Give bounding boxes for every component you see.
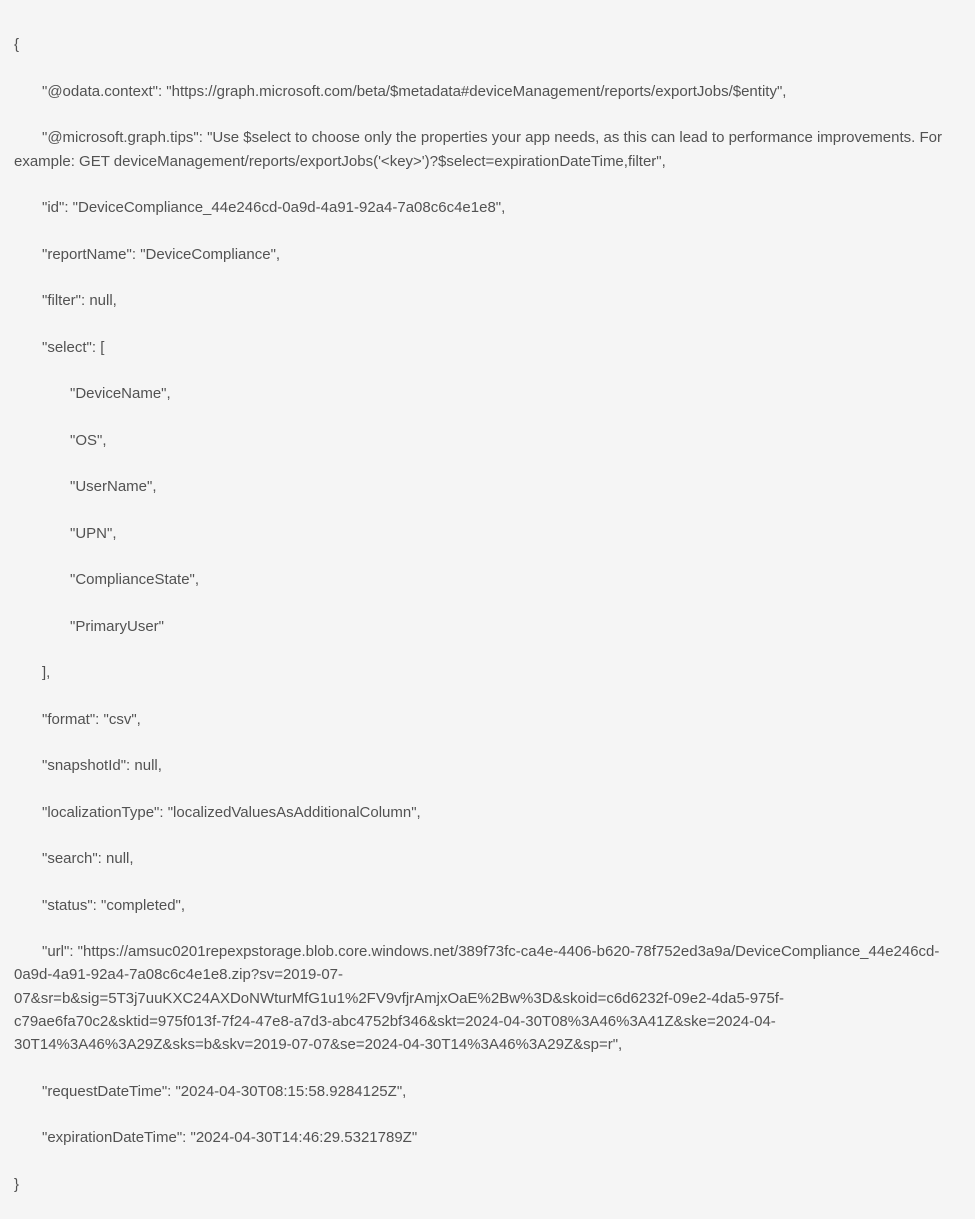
close-brace: } [14, 1173, 961, 1196]
select-key: "select": [42, 339, 96, 356]
expirationdatetime-key: "expirationDateTime": [42, 1129, 186, 1146]
filter-line: "filter": null, [14, 289, 961, 312]
open-brace: { [14, 33, 961, 56]
odata-context-key: "@odata.context": [42, 83, 162, 100]
status-line: "status": "completed", [14, 894, 961, 917]
select-item-5: "PrimaryUser" [14, 615, 961, 638]
select-item-3: "UPN", [14, 522, 961, 545]
requestdatetime-value: "2024-04-30T08:15:58.9284125Z", [175, 1083, 406, 1100]
snapshotid-key: "snapshotId": [42, 757, 130, 774]
localizationtype-line: "localizationType": "localizedValuesAsAd… [14, 801, 961, 824]
status-key: "status": [42, 897, 97, 914]
requestdatetime-line: "requestDateTime": "2024-04-30T08:15:58.… [14, 1080, 961, 1103]
select-open-line: "select": [ [14, 336, 961, 359]
odata-context-value: "https://graph.microsoft.com/beta/$metad… [166, 83, 786, 100]
requestdatetime-key: "requestDateTime": [42, 1083, 171, 1100]
id-key: "id": [42, 199, 69, 216]
select-item-1: "OS", [14, 429, 961, 452]
id-value: "DeviceCompliance_44e246cd-0a9d-4a91-92a… [73, 199, 506, 216]
odata-context-line: "@odata.context": "https://graph.microso… [14, 80, 961, 103]
filter-value: null, [89, 292, 117, 309]
expirationdatetime-line: "expirationDateTime": "2024-04-30T14:46:… [14, 1126, 961, 1149]
format-line: "format": "csv", [14, 708, 961, 731]
json-response-block: { "@odata.context": "https://graph.micro… [14, 10, 961, 1219]
select-close-bracket: ], [14, 661, 961, 684]
tips-line: "@microsoft.graph.tips": "Use $select to… [14, 126, 961, 173]
localizationtype-key: "localizationType": [42, 804, 164, 821]
url-value: "https://amsuc0201repexpstorage.blob.cor… [14, 943, 939, 1053]
localizationtype-value: "localizedValuesAsAdditionalColumn", [168, 804, 421, 821]
format-key: "format": [42, 711, 99, 728]
snapshotid-value: null, [134, 757, 162, 774]
select-item-0: "DeviceName", [14, 382, 961, 405]
search-value: null, [106, 850, 134, 867]
reportname-line: "reportName": "DeviceCompliance", [14, 243, 961, 266]
search-line: "search": null, [14, 847, 961, 870]
status-value: "completed", [101, 897, 185, 914]
snapshotid-line: "snapshotId": null, [14, 754, 961, 777]
select-open-bracket: [ [100, 339, 104, 356]
id-line: "id": "DeviceCompliance_44e246cd-0a9d-4a… [14, 196, 961, 219]
tips-key: "@microsoft.graph.tips": [14, 126, 203, 149]
format-value: "csv", [104, 711, 141, 728]
reportname-key: "reportName": [42, 246, 136, 263]
url-key: "url": [14, 940, 74, 963]
expirationdatetime-value: "2024-04-30T14:46:29.5321789Z" [191, 1129, 418, 1146]
url-line: "url": "https://amsuc0201repexpstorage.b… [14, 940, 961, 1056]
search-key: "search": [42, 850, 102, 867]
reportname-value: "DeviceCompliance", [140, 246, 280, 263]
filter-key: "filter": [42, 292, 85, 309]
select-item-4: "ComplianceState", [14, 568, 961, 591]
select-item-2: "UserName", [14, 475, 961, 498]
